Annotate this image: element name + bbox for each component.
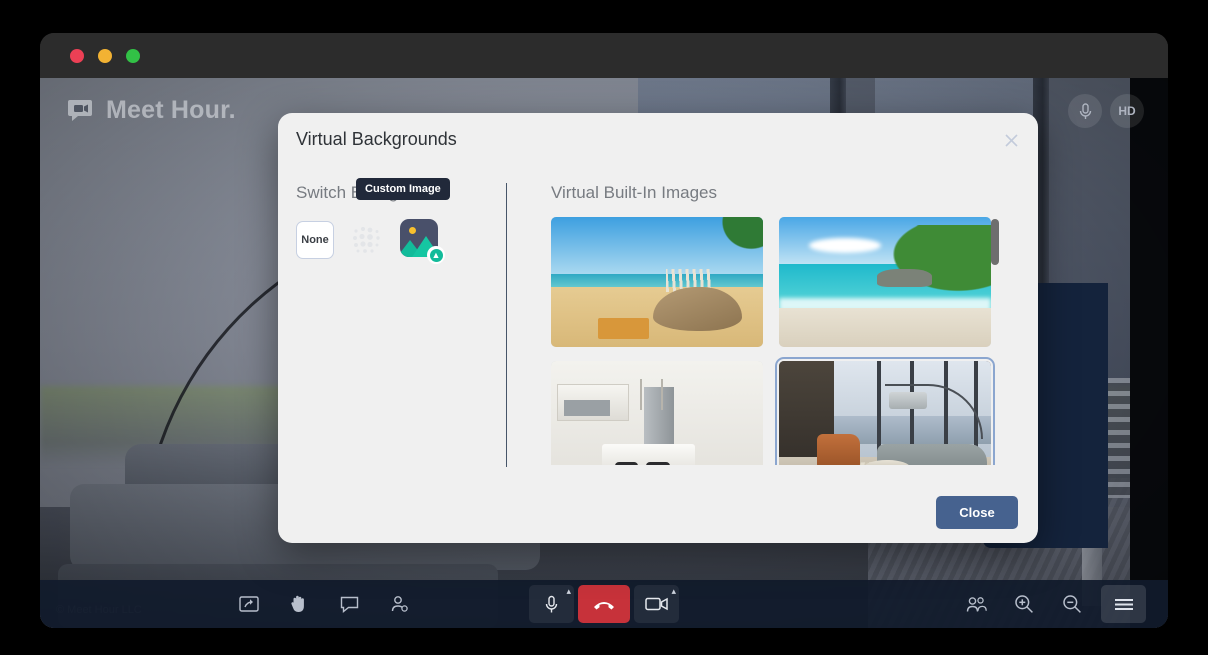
brand-logo: Meet Hour. bbox=[68, 96, 236, 125]
zoom-out-icon[interactable] bbox=[1053, 587, 1091, 621]
thumbnail-modern-kitchen[interactable] bbox=[551, 361, 763, 465]
thumbnail-tropical-beach-palms[interactable] bbox=[779, 217, 991, 347]
tropical-beach-image bbox=[779, 217, 991, 347]
thumbnail-scroll-area[interactable] bbox=[551, 217, 999, 465]
window-maximize-button[interactable] bbox=[126, 49, 140, 63]
refrigerator bbox=[644, 387, 674, 447]
close-button[interactable]: Close bbox=[936, 496, 1018, 529]
thumbnail-scrollbar[interactable] bbox=[991, 217, 999, 465]
participants-icon[interactable] bbox=[957, 587, 995, 621]
video-chat-bubble-icon bbox=[68, 98, 96, 123]
loft-living-room-image bbox=[779, 361, 991, 465]
dialog-body: Switch Background None bbox=[278, 171, 1038, 481]
thumbnail-beach-sunbeds[interactable] bbox=[551, 217, 763, 347]
window-minimize-button[interactable] bbox=[98, 49, 112, 63]
switch-background-panel: Switch Background None bbox=[278, 171, 506, 481]
background-option-none[interactable]: None bbox=[296, 221, 334, 259]
background-option-blur[interactable] bbox=[348, 221, 386, 259]
window-close-button[interactable] bbox=[70, 49, 84, 63]
beach-sunbeds-image bbox=[551, 217, 763, 347]
background-option-custom-image[interactable]: ▲ bbox=[400, 219, 442, 261]
rock bbox=[877, 269, 932, 287]
microphone-icon[interactable] bbox=[1068, 94, 1102, 128]
screen-share-icon[interactable] bbox=[230, 587, 268, 621]
blur-dots-icon bbox=[350, 223, 384, 257]
window-titlebar bbox=[40, 33, 1168, 78]
built-in-images-label: Virtual Built-In Images bbox=[551, 183, 1022, 203]
wooden-table bbox=[598, 318, 649, 339]
chevron-up-icon-cam[interactable]: ▴ bbox=[671, 587, 676, 596]
custom-image-tooltip: Custom Image bbox=[356, 178, 450, 200]
sun-shape bbox=[409, 227, 416, 234]
lamp-shade bbox=[889, 392, 927, 409]
sand bbox=[779, 308, 991, 347]
thumbnail-loft-living-room[interactable] bbox=[779, 361, 991, 465]
meeting-toolbar: ▴ ▴ bbox=[40, 580, 1168, 628]
close-icon[interactable] bbox=[998, 127, 1024, 153]
zoom-in-icon[interactable] bbox=[1005, 587, 1043, 621]
chat-icon[interactable] bbox=[330, 587, 368, 621]
scrollbar-thumb[interactable] bbox=[991, 219, 999, 265]
built-in-images-panel: Virtual Built-In Images bbox=[507, 171, 1038, 481]
none-label: None bbox=[301, 234, 329, 246]
hd-badge[interactable]: HD bbox=[1110, 94, 1144, 128]
upload-arrow-icon[interactable]: ▲ bbox=[427, 246, 445, 264]
sea bbox=[551, 274, 763, 287]
toolbar-right-group bbox=[957, 580, 1146, 628]
pendant-2 bbox=[661, 379, 663, 410]
more-menu-icon[interactable] bbox=[1101, 585, 1146, 623]
palm-foliage bbox=[704, 217, 763, 266]
leather-chair bbox=[817, 434, 859, 465]
raise-hand-icon[interactable] bbox=[280, 587, 318, 621]
pendant-1 bbox=[640, 379, 642, 410]
bar-stool-2 bbox=[646, 462, 669, 465]
bar-stool-1 bbox=[615, 462, 638, 465]
virtual-backgrounds-dialog: Virtual Backgrounds Switch Background No… bbox=[278, 113, 1038, 543]
thumbnail-grid bbox=[551, 217, 999, 465]
upload-arrow-glyph: ▲ bbox=[430, 249, 443, 262]
chevron-up-icon-mic[interactable]: ▴ bbox=[566, 587, 571, 596]
toolbar-left-group bbox=[230, 580, 418, 628]
camera-button[interactable]: ▴ bbox=[634, 585, 679, 623]
background-options-row: None bbox=[296, 219, 506, 261]
header-right-controls: HD bbox=[1068, 94, 1144, 128]
modern-kitchen-image bbox=[551, 361, 763, 465]
brand-name: Meet Hour. bbox=[106, 96, 236, 125]
dialog-title: Virtual Backgrounds bbox=[296, 129, 457, 150]
dialog-footer: Close bbox=[278, 481, 1038, 543]
hangup-button[interactable] bbox=[578, 585, 630, 623]
add-participant-icon[interactable] bbox=[380, 587, 418, 621]
range-hood bbox=[564, 400, 611, 416]
toolbar-center-group: ▴ ▴ bbox=[529, 580, 679, 628]
microphone-button[interactable]: ▴ bbox=[529, 585, 574, 623]
